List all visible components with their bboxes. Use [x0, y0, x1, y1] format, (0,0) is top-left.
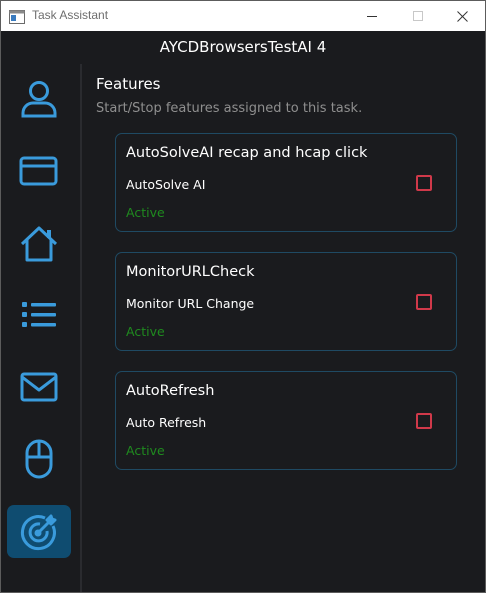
- nav-features[interactable]: [7, 505, 71, 558]
- feature-label: Monitor URL Change: [126, 296, 255, 311]
- feature-status: Active: [126, 205, 165, 220]
- nav-billing[interactable]: [7, 144, 71, 197]
- minimize-icon: [367, 16, 377, 17]
- mouse-icon: [25, 439, 53, 478]
- page-subtitle: Start/Stop features assigned to this tas…: [96, 101, 363, 116]
- feature-card-autosolve: AutoSolveAI recap and hcap click AutoSol…: [115, 133, 457, 232]
- close-button[interactable]: [439, 1, 485, 31]
- window-title: Task Assistant: [32, 8, 109, 22]
- user-icon: [21, 80, 57, 117]
- feature-title: AutoRefresh: [126, 383, 215, 399]
- page-title: Features: [96, 75, 161, 93]
- mail-icon: [20, 372, 58, 401]
- feature-status: Active: [126, 443, 165, 458]
- close-icon: [456, 10, 468, 22]
- feature-label: AutoSolve AI: [126, 177, 206, 192]
- feature-label: Auto Refresh: [126, 415, 207, 430]
- feature-checkbox-monitor-url[interactable]: [416, 294, 432, 310]
- feature-checkbox-autorefresh[interactable]: [416, 413, 432, 429]
- maximize-icon: [413, 11, 423, 21]
- nav-profile[interactable]: [7, 72, 71, 125]
- task-assistant-window: Task Assistant AYCDBrowsersTestAI 4 Feat…: [0, 0, 486, 593]
- nav-tasks[interactable]: [7, 288, 71, 341]
- nav-email[interactable]: [7, 360, 71, 413]
- credit-card-icon: [19, 156, 58, 185]
- nav-home[interactable]: [7, 216, 71, 269]
- sidebar: [1, 64, 77, 592]
- target-icon: [20, 514, 57, 550]
- task-name-header: AYCDBrowsersTestAI 4: [159, 38, 327, 56]
- minimize-button[interactable]: [349, 1, 395, 31]
- sidebar-divider: [80, 64, 82, 592]
- title-bar[interactable]: Task Assistant: [1, 1, 485, 31]
- feature-card-autorefresh: AutoRefresh Auto Refresh Active: [115, 371, 457, 470]
- nav-mouse[interactable]: [7, 432, 71, 485]
- feature-title: AutoSolveAI recap and hcap click: [126, 145, 368, 161]
- list-icon: [22, 301, 56, 327]
- feature-title: MonitorURLCheck: [126, 264, 255, 280]
- app-icon: [9, 9, 25, 24]
- home-icon: [20, 226, 58, 261]
- feature-checkbox-autosolve[interactable]: [416, 175, 432, 191]
- feature-status: Active: [126, 324, 165, 339]
- feature-card-monitor-url: MonitorURLCheck Monitor URL Change Activ…: [115, 252, 457, 351]
- maximize-button[interactable]: [395, 1, 441, 31]
